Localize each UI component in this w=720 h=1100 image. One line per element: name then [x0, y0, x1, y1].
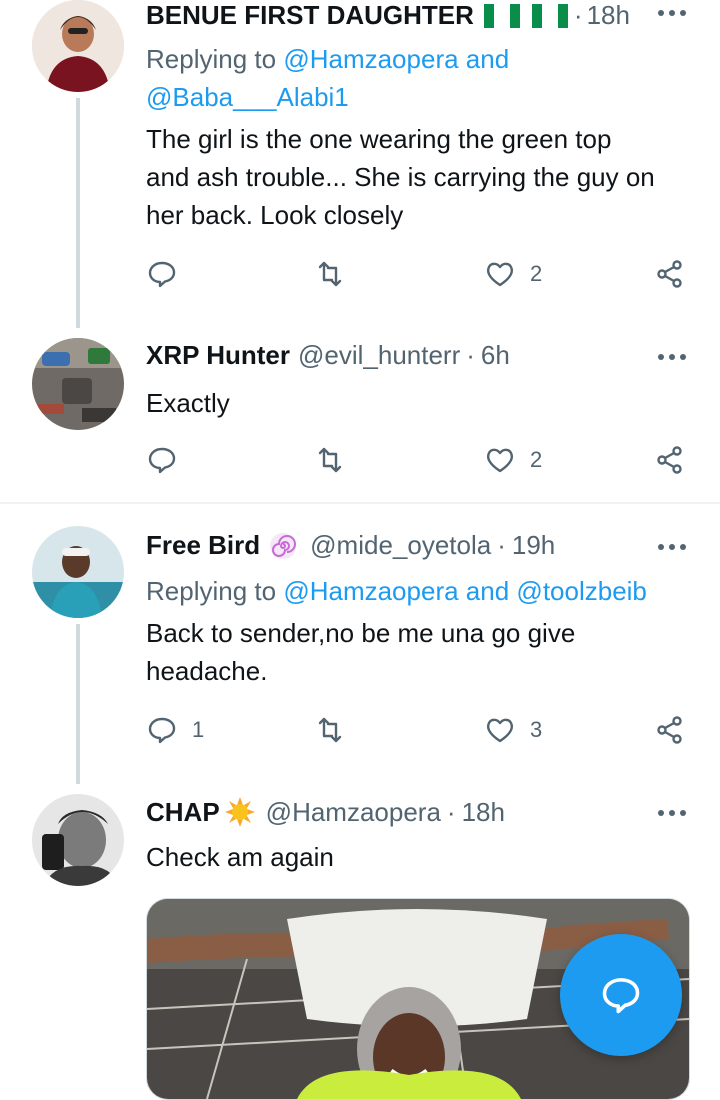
action-bar: 2 [146, 258, 691, 298]
tweet-text: The girl is the one wearing the green to… [146, 120, 706, 234]
share-icon [657, 716, 682, 744]
timestamp[interactable]: 18h [587, 0, 630, 31]
thread-line [76, 624, 80, 784]
separator-dot: · [497, 530, 506, 560]
user-handle[interactable]: @mide_oyetola [310, 530, 491, 561]
tweet-text-line: Exactly [146, 388, 230, 418]
like-icon [486, 448, 514, 473]
tweet-text-line: Back to sender,no be me una go give [146, 618, 576, 648]
avatar[interactable] [32, 0, 124, 92]
like-count: 3 [530, 717, 543, 742]
mention-and: and [465, 44, 510, 74]
tweet-text-line: Check am again [146, 842, 334, 872]
tweet-text-line: and ash trouble... She is carrying the g… [146, 162, 655, 192]
timestamp[interactable]: 6h [481, 340, 510, 371]
display-name[interactable]: BENUE FIRST DAUGHTER [146, 0, 474, 31]
replying-prefix: Replying to [146, 576, 277, 606]
separator-dot: · [573, 0, 583, 30]
tweet-text-line: headache. [146, 656, 268, 686]
replying-prefix: Replying to [146, 44, 277, 74]
avatar[interactable] [32, 338, 124, 430]
like-button[interactable]: 3 [484, 714, 542, 746]
tweet-text-line: her back. Look closely [146, 200, 404, 230]
avatar[interactable] [32, 794, 124, 886]
compose-reply-button[interactable] [560, 934, 682, 1056]
share-icon [657, 446, 682, 474]
separator-dot: · [466, 340, 475, 370]
display-name[interactable]: CHAP [146, 797, 220, 828]
reply-icon [148, 261, 176, 288]
like-icon [486, 718, 514, 743]
swirl-emoji [270, 532, 297, 559]
retweet-icon [318, 261, 342, 287]
tweet-header: Free Bird @mide_oyetola · 19h [146, 530, 555, 561]
display-name[interactable]: Free Bird [146, 530, 260, 561]
retweet-button[interactable] [314, 258, 346, 290]
mention-link[interactable]: @Hamzaopera [283, 44, 458, 74]
share-button[interactable] [654, 258, 686, 290]
reply-button[interactable] [146, 444, 178, 476]
tweet-text: Check am again [146, 838, 706, 876]
replying-to: Replying to @Hamzaopera and @toolzbeib [146, 572, 706, 610]
avatar[interactable] [32, 526, 124, 618]
reply-icon [148, 717, 176, 744]
reply-icon [148, 447, 176, 474]
action-bar: 2 [146, 444, 691, 484]
retweet-button[interactable] [314, 444, 346, 476]
more-icon[interactable] [658, 10, 686, 16]
like-button[interactable]: 2 [484, 258, 542, 290]
retweet-icon [318, 717, 342, 743]
tweet-header: BENUE FIRST DAUGHTER · 18h [146, 0, 630, 31]
reply-button[interactable] [146, 258, 192, 290]
tweet-text: Exactly [146, 384, 706, 422]
action-bar: 1 3 [146, 714, 691, 754]
mention-link[interactable]: @Baba___Alabi1 [146, 82, 349, 112]
sun-emoji [224, 797, 255, 827]
separator-dot: · [446, 796, 456, 827]
more-icon[interactable] [658, 544, 686, 550]
share-icon [657, 260, 682, 288]
thread-line [76, 98, 80, 328]
tweet-text-line: The girl is the one wearing the green to… [146, 124, 612, 154]
user-handle[interactable]: @evil_hunterr [298, 340, 460, 371]
more-icon[interactable] [658, 810, 686, 816]
tweet-header: XRP Hunter @evil_hunterr · 6h [146, 340, 510, 371]
mention-link[interactable]: @toolzbeib [516, 576, 646, 606]
like-count: 2 [530, 261, 543, 286]
retweet-button[interactable] [314, 714, 346, 746]
like-count: 2 [530, 447, 543, 472]
reply-button[interactable]: 1 [146, 714, 204, 746]
tweet-text: Back to sender,no be me una go give head… [146, 614, 706, 690]
tweet-free-bird[interactable]: Free Bird @mide_oyetola · 19h Replying t… [0, 504, 720, 784]
reply-count: 1 [192, 717, 205, 742]
flag-emoji [483, 3, 568, 28]
share-button[interactable] [654, 444, 686, 476]
retweet-icon [318, 447, 342, 473]
more-icon[interactable] [658, 354, 686, 360]
compose-reply-icon [602, 978, 640, 1014]
tweet-benue[interactable]: BENUE FIRST DAUGHTER · 18h Replying to @… [0, 0, 720, 330]
timestamp[interactable]: 19h [512, 530, 555, 561]
like-button[interactable]: 2 [484, 444, 542, 476]
replying-to: Replying to @Hamzaopera and @Baba___Alab… [146, 40, 706, 116]
share-button[interactable] [654, 714, 686, 746]
user-handle[interactable]: @Hamzaopera [266, 797, 441, 828]
like-icon [486, 262, 514, 287]
timestamp[interactable]: 18h [462, 797, 505, 828]
display-name[interactable]: XRP Hunter [146, 340, 290, 371]
tweet-header: CHAP @Hamzaopera · 18h [146, 796, 505, 828]
mention-and: and [465, 576, 510, 606]
mention-link[interactable]: @Hamzaopera [283, 576, 458, 606]
tweet-xrp-hunter[interactable]: XRP Hunter @evil_hunterr · 6h Exactly 2 [0, 330, 720, 500]
